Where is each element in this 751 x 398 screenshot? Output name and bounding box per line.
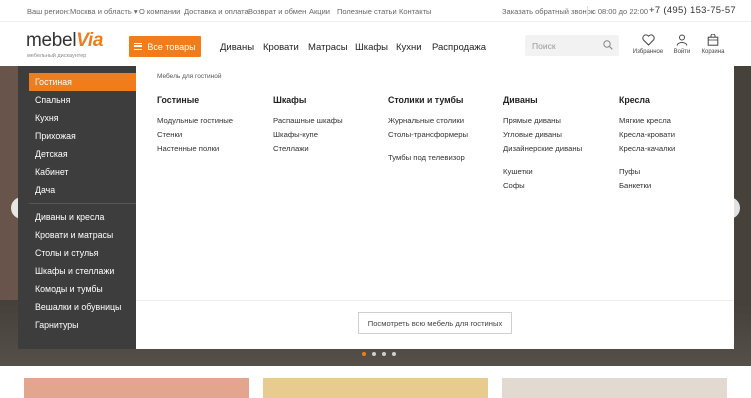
nav-wardrobes[interactable]: Шкафы <box>355 42 388 53</box>
menu-link[interactable]: Распашные шкафы <box>273 114 383 128</box>
menu-link[interactable]: Столы-трансформеры <box>388 128 498 142</box>
nav-mattresses[interactable]: Матрасы <box>308 42 348 53</box>
sidebar-item-living-room[interactable]: Гостиная <box>29 73 136 91</box>
menu-link[interactable]: Модульные гостиные <box>157 114 267 128</box>
search-icon[interactable] <box>603 40 613 50</box>
region-selector[interactable]: Москва и область ▾ <box>70 7 138 16</box>
cart-button[interactable]: Корзина <box>697 34 729 55</box>
menu-link[interactable]: Пуфы <box>619 165 729 179</box>
sidebar-item-bedroom[interactable]: Спальня <box>29 91 136 109</box>
mega-menu-panel: Мебель для гостиной Гостиные Модульные г… <box>136 66 734 349</box>
chevron-down-icon: ▾ <box>133 7 138 16</box>
sidebar-item-dressers[interactable]: Комоды и тумбы <box>29 280 136 298</box>
heart-icon <box>641 34 655 46</box>
sidebar-item-hangers[interactable]: Вешалки и обувницы <box>29 298 136 316</box>
top-link-about[interactable]: О компании <box>139 7 180 16</box>
nav-beds[interactable]: Кровати <box>263 42 299 53</box>
login-button[interactable]: Войти <box>666 34 698 55</box>
sidebar-item-sofas-armchairs[interactable]: Диваны и кресла <box>29 208 136 226</box>
sidebar-item-kids[interactable]: Детская <box>29 145 136 163</box>
menu-column-sofas: Диваны Прямые диваны Угловые диваны Диза… <box>503 95 613 193</box>
menu-link[interactable]: Журнальные столики <box>388 114 498 128</box>
topbar-divider <box>587 6 588 16</box>
panel-divider <box>136 300 734 301</box>
all-goods-button[interactable]: Все товары <box>129 36 201 57</box>
menu-link[interactable]: Софы <box>503 179 613 193</box>
menu-column-armchairs: Кресла Мягкие кресла Кресла-кровати Крес… <box>619 95 729 193</box>
menu-link[interactable]: Банкетки <box>619 179 729 193</box>
menu-link[interactable]: Шкафы-купе <box>273 128 383 142</box>
logo-tagline: мебельный дискаунтер <box>27 53 87 59</box>
top-link-delivery[interactable]: Доставка и оплата <box>184 7 249 16</box>
menu-link[interactable]: Настенные полки <box>157 142 267 156</box>
sidebar-item-office[interactable]: Кабинет <box>29 163 136 181</box>
menu-link[interactable]: Дизайнерские диваны <box>503 142 613 156</box>
slider-dot[interactable] <box>382 352 386 356</box>
header: mebelVia мебельный дискаунтер Все товары… <box>0 22 751 66</box>
phone-number[interactable]: +7 (495) 153-75-57 <box>649 5 736 16</box>
sidebar-item-sets[interactable]: Гарнитуры <box>29 316 136 334</box>
callback-link[interactable]: Заказать обратный звонок <box>502 7 594 16</box>
view-all-living-button[interactable]: Посмотреть всю мебель для гостиных <box>358 312 512 334</box>
menu-link[interactable]: Прямые диваны <box>503 114 613 128</box>
logo[interactable]: mebelVia <box>26 30 103 52</box>
menu-link[interactable]: Тумбы под телевизор <box>388 151 498 165</box>
menu-link[interactable]: Стеллажи <box>273 142 383 156</box>
category-card[interactable] <box>24 378 249 398</box>
menu-column-tables: Столики и тумбы Журнальные столики Столы… <box>388 95 498 165</box>
column-heading[interactable]: Диваны <box>503 95 613 105</box>
sidebar-item-tables-chairs[interactable]: Столы и стулья <box>29 244 136 262</box>
menu-icon <box>134 43 143 50</box>
category-card[interactable] <box>502 378 727 398</box>
nav-sale[interactable]: Распродажа <box>432 42 486 53</box>
slider-dot[interactable] <box>362 352 366 356</box>
panel-breadcrumb[interactable]: Мебель для гостиной <box>157 73 222 80</box>
slider-dot[interactable] <box>372 352 376 356</box>
menu-link[interactable]: Кресла-кровати <box>619 128 729 142</box>
slider-dot[interactable] <box>392 352 396 356</box>
region-label: Ваш регион: <box>27 7 70 16</box>
user-icon <box>676 34 688 46</box>
sidebar-item-kitchen[interactable]: Кухня <box>29 109 136 127</box>
sidebar-item-cottage[interactable]: Дача <box>29 181 136 199</box>
menu-link[interactable]: Кушетки <box>503 165 613 179</box>
menu-column-living: Гостиные Модульные гостиные Стенки Насте… <box>157 95 267 156</box>
nav-sofas[interactable]: Диваны <box>220 42 254 53</box>
favorites-button[interactable]: Избранное <box>632 34 664 55</box>
menu-link[interactable]: Кресла-качалки <box>619 142 729 156</box>
menu-column-wardrobes: Шкафы Распашные шкафы Шкафы-купе Стеллаж… <box>273 95 383 156</box>
menu-link[interactable]: Стенки <box>157 128 267 142</box>
column-heading[interactable]: Кресла <box>619 95 729 105</box>
menu-link[interactable]: Угловые диваны <box>503 128 613 142</box>
nav-kitchens[interactable]: Кухни <box>396 42 422 53</box>
sidebar-item-wardrobes-shelves[interactable]: Шкафы и стеллажи <box>29 262 136 280</box>
top-link-articles[interactable]: Полезные статьи <box>337 7 397 16</box>
column-heading[interactable]: Гостиные <box>157 95 267 105</box>
sidebar-divider <box>29 203 136 204</box>
top-link-return[interactable]: Возврат и обмен <box>248 7 306 16</box>
search-box <box>525 35 619 56</box>
column-heading[interactable]: Столики и тумбы <box>388 95 498 105</box>
top-link-promo[interactable]: Акции <box>309 7 330 16</box>
sidebar-item-hallway[interactable]: Прихожая <box>29 127 136 145</box>
category-sidebar: Гостиная Спальня Кухня Прихожая Детская … <box>18 66 136 349</box>
basket-icon <box>707 34 719 46</box>
work-hours: с 08:00 до 22:00 <box>592 7 649 16</box>
menu-link[interactable]: Мягкие кресла <box>619 114 729 128</box>
search-input[interactable] <box>525 35 595 56</box>
top-bar: Ваш регион: Москва и область ▾ О компани… <box>0 0 751 22</box>
category-card[interactable] <box>263 378 488 398</box>
column-heading[interactable]: Шкафы <box>273 95 383 105</box>
slider-dots <box>362 352 396 356</box>
top-link-contacts[interactable]: Контакты <box>399 7 431 16</box>
sidebar-item-beds-mattresses[interactable]: Кровати и матрасы <box>29 226 136 244</box>
